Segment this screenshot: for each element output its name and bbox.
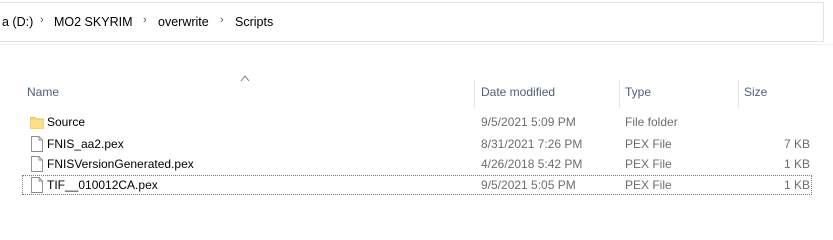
file-type: PEX File xyxy=(625,178,672,192)
column-header-type[interactable]: Type xyxy=(620,80,738,104)
file-type: File folder xyxy=(625,115,678,129)
file-size: 1 KB xyxy=(783,157,810,171)
breadcrumb-mo2-skyrim[interactable]: MO2 SKYRIM xyxy=(54,15,133,29)
column-header-name[interactable]: Name xyxy=(22,80,474,104)
file-type: PEX File xyxy=(625,137,672,151)
file-date: 8/31/2021 7:26 PM xyxy=(481,137,583,151)
file-icon xyxy=(31,156,43,172)
list-item[interactable]: Source 9/5/2021 5:09 PM File folder xyxy=(22,112,812,132)
file-name: TIF__010012CA.pex xyxy=(47,178,158,192)
column-header-size[interactable]: Size xyxy=(739,80,819,104)
folder-icon xyxy=(30,117,44,129)
file-size: 7 KB xyxy=(783,137,810,151)
file-icon xyxy=(31,136,43,152)
list-item[interactable]: FNIS_aa2.pex 8/31/2021 7:26 PM PEX File … xyxy=(22,134,812,154)
file-date: 9/5/2021 5:05 PM xyxy=(481,178,576,192)
address-bar[interactable]: a (D:) › MO2 SKYRIM › overwrite › Script… xyxy=(0,0,833,44)
chevron-right-icon[interactable]: › xyxy=(220,14,224,26)
breadcrumb-overwrite[interactable]: overwrite xyxy=(158,15,209,29)
list-item[interactable]: TIF__010012CA.pex 9/5/2021 5:05 PM PEX F… xyxy=(22,175,812,195)
file-name: FNIS_aa2.pex xyxy=(47,137,124,151)
column-header-date-modified[interactable]: Date modified xyxy=(476,80,620,104)
file-icon xyxy=(31,177,43,193)
file-date: 9/5/2021 5:09 PM xyxy=(481,115,576,129)
breadcrumb-scripts[interactable]: Scripts xyxy=(235,15,273,29)
file-name: FNISVersionGenerated.pex xyxy=(47,157,194,171)
breadcrumb-drive[interactable]: a (D:) xyxy=(2,15,33,29)
file-name: Source xyxy=(47,115,86,129)
divider xyxy=(0,44,833,45)
column-divider[interactable] xyxy=(474,80,475,108)
chevron-right-icon[interactable]: › xyxy=(40,14,44,26)
file-size xyxy=(744,112,810,132)
list-item[interactable]: FNISVersionGenerated.pex 4/26/2018 5:42 … xyxy=(22,154,812,174)
file-size: 1 KB xyxy=(783,178,810,192)
file-type: PEX File xyxy=(625,157,672,171)
chevron-right-icon[interactable]: › xyxy=(143,14,147,26)
file-date: 4/26/2018 5:42 PM xyxy=(481,157,583,171)
column-headers: Name Date modified Type Size xyxy=(22,80,833,108)
